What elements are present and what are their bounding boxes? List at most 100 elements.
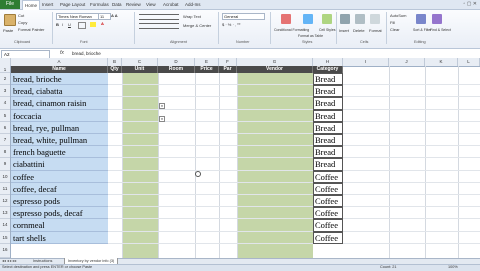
cell-name[interactable]: ciabattini [11, 158, 108, 171]
cell-category[interactable]: Bread [313, 134, 343, 147]
header-price[interactable]: Price [195, 66, 219, 73]
tab-review[interactable]: Review [126, 0, 141, 9]
tab-data[interactable]: Data [112, 0, 122, 9]
header-vendor[interactable]: Vendor [237, 66, 313, 73]
paste-options-icon[interactable]: ▾ [159, 116, 165, 122]
format-cells-icon[interactable] [370, 14, 380, 24]
column-header-e[interactable]: E [195, 58, 219, 66]
cell-category[interactable]: Bread [313, 97, 343, 110]
row-header[interactable]: 6 [0, 122, 10, 134]
autosum-button[interactable]: AutoSum [390, 13, 406, 18]
row-header[interactable]: 4 [0, 97, 10, 110]
tab-insert[interactable]: Insert [42, 0, 53, 9]
row-header[interactable]: 11 [0, 183, 10, 195]
column-header-l[interactable]: L [458, 58, 480, 66]
insert-cells-icon[interactable] [340, 14, 350, 24]
select-all-corner[interactable] [0, 58, 11, 66]
cell-name[interactable]: bread, ciabatta [11, 85, 108, 98]
cell-name[interactable]: coffee, decaf [11, 182, 108, 195]
borders-icon[interactable] [78, 22, 86, 29]
tab-add-ins[interactable]: Add-Ins [185, 0, 201, 9]
row-header[interactable]: 15 [0, 232, 10, 244]
find-select-icon[interactable] [432, 14, 442, 24]
fill-button[interactable]: Fill [390, 20, 395, 25]
cell-name[interactable]: coffee [11, 170, 108, 183]
row-header[interactable]: 2 [0, 73, 10, 86]
cell-category[interactable]: Bread [313, 85, 343, 98]
row-header[interactable]: 12 [0, 195, 10, 208]
column-header-b[interactable]: B [108, 58, 122, 66]
row-header[interactable]: 3 [0, 85, 10, 98]
cell-category[interactable]: Bread [313, 109, 343, 122]
window-controls[interactable]: ▫ ▢ ✕ [455, 1, 477, 8]
sort-filter-icon[interactable] [416, 14, 426, 24]
header-name[interactable]: Name [11, 66, 108, 73]
cell-name[interactable]: french baguette [11, 146, 108, 159]
cell-category[interactable]: Bread [313, 158, 343, 171]
cell-category[interactable]: Coffee [313, 219, 343, 232]
bold-icon[interactable]: B [56, 22, 59, 27]
column-header-j[interactable]: J [389, 58, 425, 66]
copy-button[interactable]: Copy [18, 20, 27, 25]
cut-button[interactable]: Cut [18, 13, 24, 18]
underline-icon[interactable]: U [68, 22, 71, 27]
tab-acrobat[interactable]: Acrobat [163, 0, 179, 9]
file-tab[interactable]: File [0, 0, 20, 9]
paste-label[interactable]: Paste [3, 28, 13, 33]
row-header[interactable]: 5 [0, 110, 10, 122]
fill-color-icon[interactable] [90, 22, 96, 27]
header-category[interactable]: Category [313, 66, 343, 73]
column-header-k[interactable]: K [425, 58, 458, 66]
column-header-i[interactable]: I [343, 58, 389, 66]
grow-font-icon[interactable]: A A [111, 13, 118, 18]
cell-name[interactable]: bread, brioche [11, 73, 108, 86]
delete-cells-icon[interactable] [355, 14, 365, 24]
sort-filter-button[interactable]: Sort & Filter [413, 28, 431, 33]
column-header-c[interactable]: C [122, 58, 158, 66]
function-icon[interactable]: fx [60, 50, 64, 57]
align-top-icons[interactable] [139, 14, 179, 20]
cell-name[interactable]: foccacia [11, 109, 108, 122]
format-painter-button[interactable]: Format Painter [18, 27, 44, 32]
cell-category[interactable]: Coffee [313, 207, 343, 220]
cell-category[interactable]: Coffee [313, 170, 343, 183]
paste-options-icon[interactable]: ▾ [159, 103, 165, 109]
conditional-formatting-icon[interactable] [281, 14, 291, 24]
number-format-select[interactable]: General [222, 13, 265, 20]
tab-page-layout[interactable]: Page Layout [60, 0, 85, 9]
italic-icon[interactable]: I [62, 22, 63, 27]
row-header[interactable]: 9 [0, 158, 10, 171]
font-name-select[interactable]: Times New Roman [56, 13, 99, 20]
row-header[interactable]: 1 [0, 66, 10, 73]
delete-cells-button[interactable]: Delete [353, 28, 365, 33]
cell-name[interactable]: bread, cinamon raisin [11, 97, 108, 110]
column-header-h[interactable]: H [313, 58, 343, 66]
column-header-a[interactable]: A [11, 58, 108, 66]
paste-icon[interactable] [4, 14, 16, 26]
cell-category[interactable]: Coffee [313, 182, 343, 195]
tab-home[interactable]: Home [22, 0, 40, 10]
row-header[interactable]: 16 [0, 244, 10, 258]
merge-center-button[interactable]: Merge & Center [183, 23, 211, 28]
insert-cells-button[interactable]: Insert [339, 28, 349, 33]
row-header[interactable]: 10 [0, 171, 10, 183]
row-header[interactable]: 13 [0, 207, 10, 220]
cell-name[interactable]: espresso pods, decaf [11, 207, 108, 220]
cell-category[interactable]: Bread [313, 121, 343, 134]
header-room[interactable]: Room [158, 66, 195, 73]
column-header-f[interactable]: F [219, 58, 237, 66]
format-cells-button[interactable]: Format [369, 28, 382, 33]
header-par[interactable]: Par [219, 66, 237, 73]
tab-formulas[interactable]: Formulas [90, 0, 109, 9]
align-center-icons[interactable] [139, 23, 179, 29]
row-header[interactable]: 7 [0, 134, 10, 147]
font-color-icon[interactable]: A [101, 21, 104, 26]
cell-category[interactable]: Coffee [313, 231, 343, 244]
cell-styles-icon[interactable] [322, 14, 332, 24]
cell-category[interactable]: Coffee [313, 195, 343, 208]
header-qty[interactable]: Qty [108, 66, 122, 73]
cell-category[interactable]: Bread [313, 146, 343, 159]
row-header[interactable]: 14 [0, 219, 10, 232]
cell-name[interactable]: tart shells [11, 231, 108, 244]
header-unit[interactable]: Unit [122, 66, 158, 73]
